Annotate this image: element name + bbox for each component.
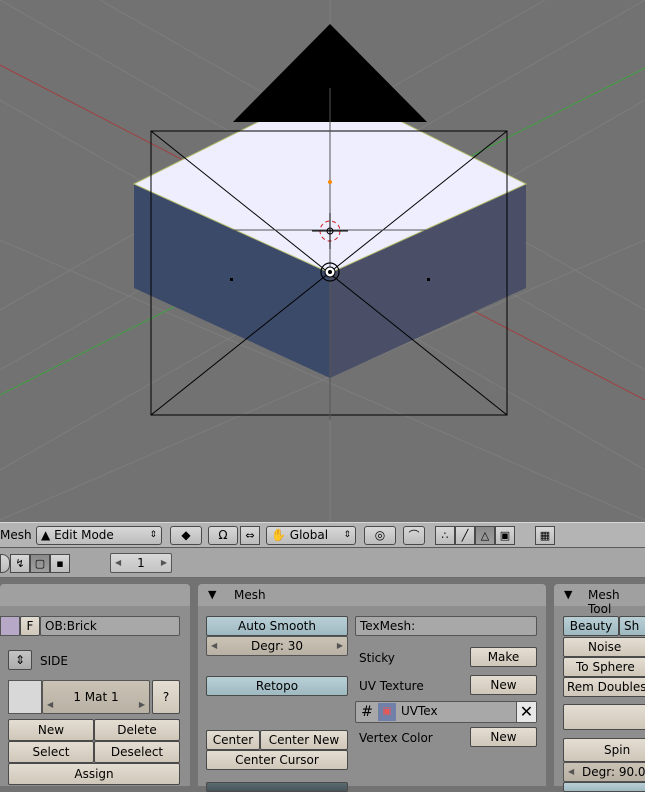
close-icon[interactable]: ✕ (516, 702, 536, 722)
texmesh-field[interactable]: TexMesh: (355, 616, 537, 636)
clockwise-toggle[interactable] (563, 782, 645, 792)
vertex-select-icon[interactable]: ∴ (435, 526, 455, 545)
sticky-make-button[interactable]: Make (470, 647, 537, 667)
mesh-panel: ▼ Mesh Auto Smooth ◀ Degr: 30 ▶ Retopo C… (198, 584, 546, 792)
beauty-toggle[interactable]: Beauty (563, 616, 619, 636)
arrow-left-icon: ◀ (211, 641, 218, 650)
mesh-color-swatch (0, 616, 20, 636)
object-name-field[interactable]: OB:Brick (40, 616, 180, 636)
face-select-icon[interactable]: △ (475, 526, 495, 545)
center-cursor-button[interactable]: Center Cursor (206, 750, 348, 770)
material-delete-button[interactable]: Delete (94, 719, 180, 741)
to-sphere-button[interactable]: To Sphere (563, 657, 645, 677)
fake-user-button[interactable]: F (20, 616, 40, 636)
link-materials-panel: F OB:Brick ⇕ SIDE ◀ 1 Mat 1 ▶ ? New Dele… (0, 584, 190, 786)
arrow-left-icon: ◀ (47, 700, 54, 709)
pivot-icon-btn: Ω (218, 528, 228, 542)
center-button[interactable]: Center (206, 730, 260, 750)
pivot-select[interactable]: Ω (208, 526, 238, 545)
render-icon[interactable]: ▦ (535, 526, 555, 545)
viewport-header: Mesh ▲ Edit Mode ⇕ ◆ Ω ⇔ ✋ Global ⇕ ◎ ⌒ … (0, 522, 645, 548)
mesh-panel-title: Mesh (234, 588, 266, 602)
frame-field[interactable]: ◀ 1 ▶ (110, 553, 172, 573)
arrow-right-icon: ▶ (336, 641, 343, 650)
edit-icon[interactable]: ↯ (10, 554, 30, 573)
side-select[interactable]: ⇕ (8, 650, 32, 670)
mesh-tools-header[interactable]: ▼ Mesh Tool (554, 584, 645, 616)
uv-layer-row[interactable]: # ▣ UVTex ✕ (355, 701, 537, 723)
mesh-menu[interactable]: Mesh (0, 528, 32, 542)
double-sided-button[interactable] (206, 782, 348, 792)
viewport-scene (0, 0, 645, 522)
sticky-label: Sticky (359, 651, 395, 665)
widget-icon[interactable]: ⇔ (240, 526, 260, 545)
uv-texture-new-button[interactable]: New (470, 675, 537, 695)
auto-smooth-toggle[interactable]: Auto Smooth (206, 616, 348, 636)
image-icon[interactable]: ▣ (378, 703, 396, 721)
material-assign-button[interactable]: Assign (8, 763, 180, 785)
mode-icon: ▲ (41, 528, 51, 542)
material-preview (8, 680, 42, 714)
selected-vertex (328, 180, 332, 184)
arrow-left-icon: ◀ (568, 767, 575, 776)
side-label: SIDE (40, 654, 68, 668)
short-toggle[interactable]: Sh (619, 616, 645, 636)
target-icon: ◎ (374, 528, 386, 542)
spin-button[interactable]: Spin (563, 738, 645, 762)
grid-icon[interactable]: # (358, 703, 376, 721)
hand-icon: ✋ (271, 528, 286, 542)
rem-doubles-button[interactable]: Rem Doubles (563, 677, 645, 697)
arrow-right-icon: ▶ (138, 700, 145, 709)
vertex-color-label: Vertex Color (359, 731, 433, 745)
material-new-button[interactable]: New (8, 719, 94, 741)
draw-type-select[interactable]: ◆ (170, 526, 202, 545)
noise-button[interactable]: Noise (563, 637, 645, 657)
circle-icon[interactable] (0, 554, 10, 573)
shaded-icon: ◆ (181, 528, 191, 542)
updown-icon: ⇕ (149, 530, 157, 540)
vertex-color-new-button[interactable]: New (470, 727, 537, 747)
spin-degr-field[interactable]: ◀ Degr: 90.00 (563, 762, 645, 782)
mesh-panel-header[interactable]: ▼ Mesh (198, 584, 546, 606)
image-icon[interactable]: ▪ (50, 554, 70, 573)
material-deselect-button[interactable]: Deselect (94, 741, 180, 763)
question-button[interactable]: ? (152, 680, 180, 714)
degr-field[interactable]: ◀ Degr: 30 ▶ (206, 636, 348, 656)
retopo-toggle[interactable]: Retopo (206, 676, 348, 696)
buttons-header: ↯ ▢ ▪ ◀ 1 ▶ (0, 548, 645, 578)
arrow-right-icon: ▶ (160, 558, 167, 567)
3d-viewport[interactable] (0, 0, 645, 522)
mesh-tools-title: Mesh Tool (588, 588, 620, 616)
proportional-select[interactable]: ◎ (364, 526, 396, 545)
square-icon[interactable]: ▢ (30, 554, 50, 573)
mode-select[interactable]: ▲ Edit Mode ⇕ (36, 526, 162, 545)
material-index-field[interactable]: ◀ 1 Mat 1 ▶ (42, 680, 150, 714)
buttons-window: F OB:Brick ⇕ SIDE ◀ 1 Mat 1 ▶ ? New Dele… (0, 578, 645, 792)
center-new-button[interactable]: Center New (260, 730, 348, 750)
uv-layer-name[interactable]: UVTex (401, 704, 438, 718)
updown-icon: ⇕ (343, 530, 351, 540)
material-select-button[interactable]: Select (8, 741, 94, 763)
unnamed-tool-button[interactable] (563, 704, 645, 730)
collapse-triangle-icon[interactable]: ▼ (564, 588, 572, 601)
link-materials-title (0, 584, 190, 606)
arrow-left-icon: ◀ (115, 558, 122, 567)
occlude-icon[interactable]: ▣ (495, 526, 515, 545)
uv-texture-label: UV Texture (359, 679, 424, 693)
edge-select-icon[interactable]: ╱ (455, 526, 475, 545)
mesh-tools-panel: ▼ Mesh Tool Beauty Sh Noise To Sphere Re… (554, 584, 645, 792)
snap-icon[interactable]: ⌒ (403, 526, 425, 545)
collapse-triangle-icon[interactable]: ▼ (208, 588, 216, 601)
orientation-select[interactable]: ✋ Global ⇕ (266, 526, 356, 545)
